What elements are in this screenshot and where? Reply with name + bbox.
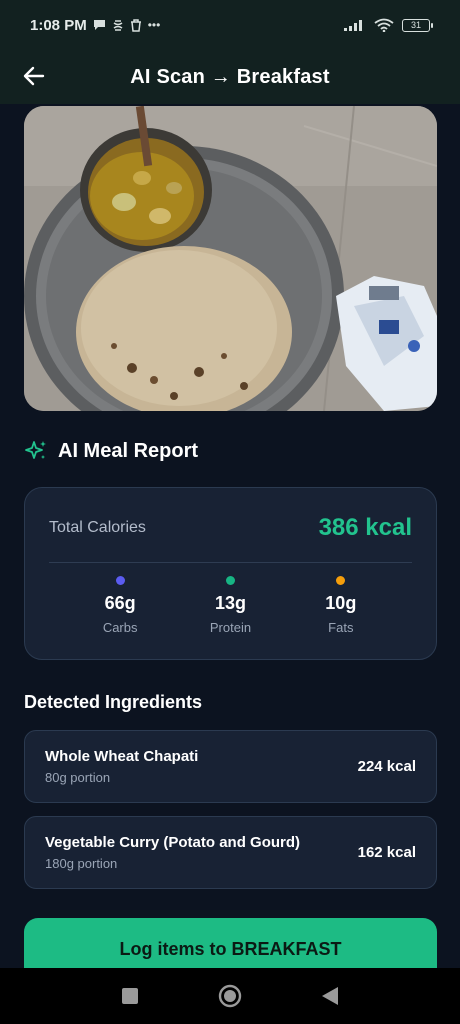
triangle-back-icon	[322, 987, 338, 1005]
system-nav-bar	[0, 968, 460, 1024]
home-button[interactable]	[180, 968, 280, 1024]
macro-value: 66g	[104, 593, 136, 613]
macros-row: 66g Carbs 13g Protein 10g Fats	[25, 576, 436, 635]
fats-dot-icon	[336, 576, 346, 585]
ingredient-item[interactable]: Vegetable Curry (Potato and Gourd) 180g …	[24, 816, 437, 889]
log-items-label: Log items to BREAKFAST	[119, 939, 342, 959]
content[interactable]: AI Meal Report Total Calories 386 kcal 6…	[0, 104, 460, 968]
back-nav-button[interactable]	[280, 968, 380, 1024]
recents-button[interactable]	[80, 968, 180, 1024]
macro-value: 10g	[325, 593, 357, 613]
status-bar: 1:08 PM ••• 31	[0, 0, 460, 50]
macro-label: Carbs	[102, 620, 138, 635]
ingredient-name: Vegetable Curry (Potato and Gourd)	[45, 834, 301, 851]
more-dots-icon: •••	[147, 18, 161, 32]
ingredient-kcal: 224 kcal	[357, 758, 416, 775]
sparkles-icon	[25, 441, 46, 459]
ingredient-name: Whole Wheat Chapati	[45, 748, 199, 765]
macro-label: Protein	[209, 620, 252, 635]
meal-report-title: AI Meal Report	[58, 439, 199, 462]
back-button[interactable]	[18, 60, 50, 92]
ingredient-portion: 80g portion	[45, 770, 111, 785]
chat-bubble-icon	[93, 20, 105, 30]
wifi-icon	[374, 18, 394, 32]
carbs-dot-icon	[115, 576, 125, 585]
macro-value: 13g	[214, 593, 246, 613]
macro-carbs: 66g Carbs	[80, 576, 160, 635]
meal-photo	[24, 106, 437, 411]
total-calories-label: Total Calories	[49, 519, 146, 536]
page-title: AI Scan → Breakfast	[130, 65, 330, 88]
trash-icon	[130, 18, 141, 32]
app-bar: AI Scan → Breakfast	[0, 50, 460, 104]
total-calories-value: 386 kcal	[318, 514, 412, 541]
divider	[49, 562, 412, 563]
macro-label: Fats	[328, 620, 354, 635]
ingredients-title: Detected Ingredients	[24, 692, 203, 712]
macro-fats: 10g Fats	[301, 576, 381, 635]
signal-icon	[344, 20, 362, 31]
arrow-left-icon	[23, 66, 45, 86]
log-items-button[interactable]: Log items to BREAKFAST	[24, 918, 437, 968]
calories-card: Total Calories 386 kcal 66g Carbs 13g Pr…	[24, 487, 437, 660]
ingredient-kcal: 162 kcal	[357, 844, 416, 861]
ingredient-portion: 180g portion	[45, 856, 118, 871]
protein-dot-icon	[225, 576, 235, 585]
ingredient-item[interactable]: Whole Wheat Chapati 80g portion 224 kcal	[24, 730, 437, 803]
square-icon	[122, 988, 138, 1004]
circle-home-icon	[218, 984, 242, 1008]
battery-icon: 31	[402, 18, 433, 32]
sync-icon	[113, 19, 123, 31]
macro-protein: 13g Protein	[190, 576, 270, 635]
meal-report-header: AI Meal Report	[24, 439, 198, 463]
status-time: 1:08 PM	[30, 16, 87, 34]
